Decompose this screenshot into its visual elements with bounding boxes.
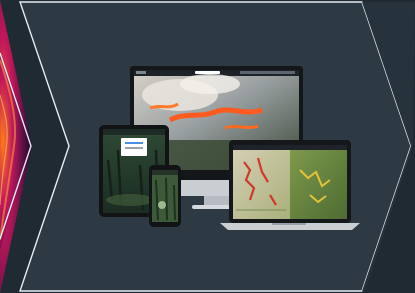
phone-device	[149, 165, 181, 227]
left-heatmap-panel	[0, 0, 32, 293]
laptop-device	[220, 140, 360, 230]
banner	[0, 0, 415, 293]
device-collage	[0, 0, 415, 293]
